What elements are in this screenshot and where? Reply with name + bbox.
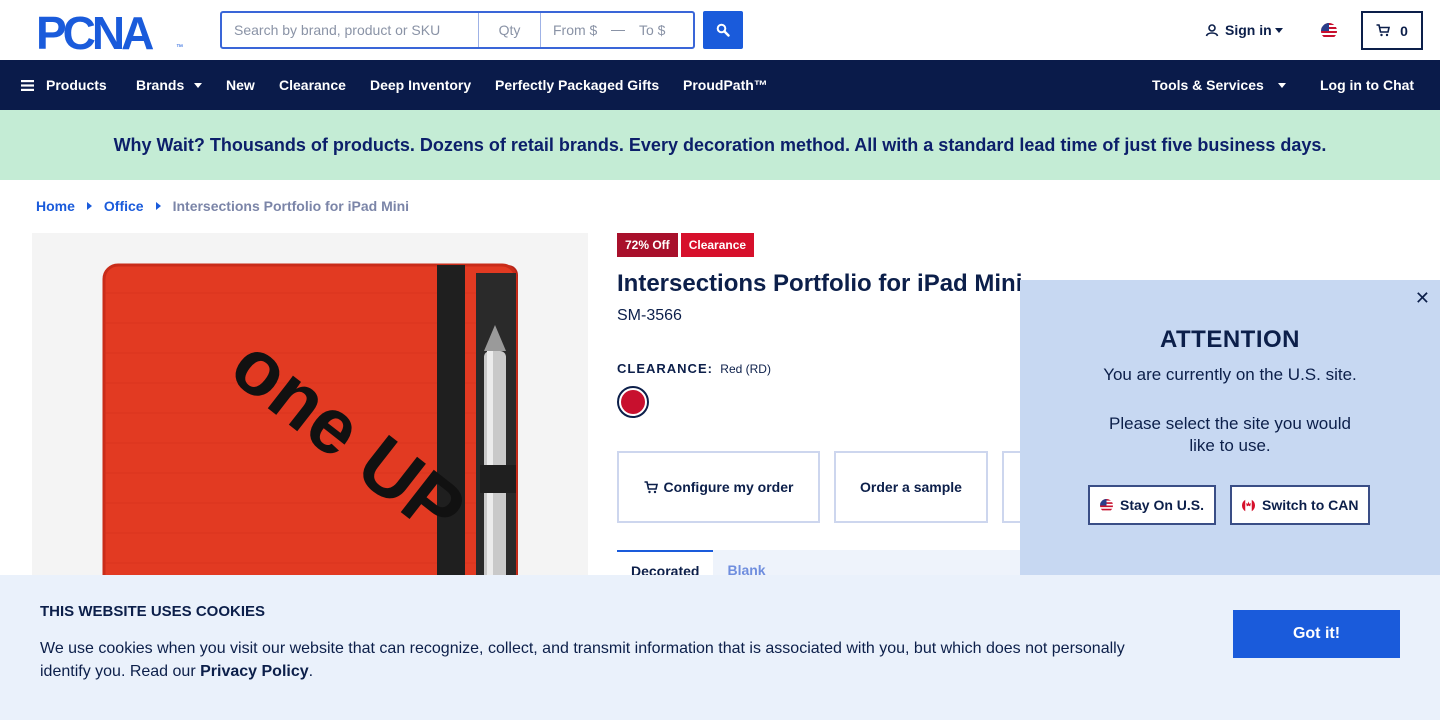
cookie-suffix: . bbox=[308, 663, 314, 680]
nav-login-chat-label: Log in to Chat bbox=[1320, 77, 1415, 93]
nav-products-label: Products bbox=[46, 77, 107, 93]
nav-clearance[interactable]: Clearance bbox=[279, 60, 346, 110]
cart-count: 0 bbox=[1400, 22, 1408, 39]
product-image[interactable]: one UP bbox=[32, 233, 588, 633]
switch-can-label: Switch to CAN bbox=[1262, 497, 1359, 513]
cookie-text: We use cookies when you visit our websit… bbox=[40, 637, 1170, 683]
nav-proudpath-label: ProudPath™ bbox=[683, 77, 768, 93]
us-flag-icon bbox=[1100, 498, 1113, 512]
nav-tools-services[interactable]: Tools & Services bbox=[1152, 60, 1286, 110]
price-from-input[interactable]: From $ bbox=[541, 22, 611, 38]
nav-new-label: New bbox=[226, 77, 255, 93]
nav-new[interactable]: New bbox=[226, 60, 255, 110]
chevron-down-icon bbox=[194, 82, 203, 88]
search-icon bbox=[716, 23, 730, 37]
cart-button[interactable]: 0 bbox=[1361, 11, 1423, 50]
search-button[interactable] bbox=[703, 11, 743, 49]
nav-deep-inventory-label: Deep Inventory bbox=[370, 77, 472, 93]
color-selection-label: CLEARANCE: Red (RD) bbox=[617, 361, 771, 376]
sign-in-label: Sign in bbox=[1225, 22, 1272, 38]
cookie-heading: THIS WEBSITE USES COOKIES bbox=[40, 603, 266, 620]
close-icon[interactable]: ✕ bbox=[1415, 288, 1430, 309]
stay-us-button[interactable]: Stay On U.S. bbox=[1088, 485, 1217, 525]
stay-us-label: Stay On U.S. bbox=[1120, 497, 1205, 513]
qty-input[interactable]: Qty bbox=[479, 13, 541, 47]
nav-clearance-label: Clearance bbox=[279, 77, 346, 93]
discount-badge: 72% Off bbox=[617, 233, 678, 257]
cookie-banner: THIS WEBSITE USES COOKIES We use cookies… bbox=[0, 575, 1440, 720]
promo-banner: Why Wait? Thousands of products. Dozens … bbox=[0, 110, 1440, 180]
site-buttons: Stay On U.S. Switch to CAN bbox=[1088, 485, 1371, 525]
product-photo: one UP bbox=[32, 233, 588, 633]
main-nav: Products Brands New Clearance Deep Inven… bbox=[0, 60, 1440, 110]
user-icon bbox=[1205, 24, 1219, 37]
configure-order-label: Configure my order bbox=[663, 479, 794, 495]
sign-in-menu[interactable]: Sign in bbox=[1205, 22, 1283, 38]
cart-icon bbox=[644, 480, 658, 493]
search-input[interactable]: Search by brand, product or SKU bbox=[222, 13, 479, 47]
search-bar: Search by brand, product or SKU Qty From… bbox=[220, 11, 695, 49]
breadcrumb-arrow-icon bbox=[86, 202, 92, 210]
order-sample-button[interactable]: Order a sample bbox=[834, 451, 988, 523]
cart-icon bbox=[1376, 24, 1391, 37]
popup-instruction: Please select the site you would like to… bbox=[1109, 414, 1351, 455]
swatch-fill bbox=[621, 390, 645, 414]
nav-brands[interactable]: Brands bbox=[136, 60, 203, 110]
breadcrumb: Home Office Intersections Portfolio for … bbox=[36, 198, 409, 214]
nav-deep-inventory[interactable]: Deep Inventory bbox=[370, 60, 471, 110]
color-swatch-red[interactable] bbox=[617, 386, 649, 418]
product-badges: 72% Off Clearance bbox=[617, 233, 755, 257]
breadcrumb-office[interactable]: Office bbox=[104, 198, 144, 214]
product-title: Intersections Portfolio for iPad Mini bbox=[617, 270, 1023, 297]
breadcrumb-current: Intersections Portfolio for iPad Mini bbox=[172, 198, 410, 214]
top-header: PCNA ™ Search by brand, product or SKU Q… bbox=[0, 0, 1440, 60]
price-to-input[interactable]: To $ bbox=[631, 22, 665, 38]
breadcrumb-arrow-icon bbox=[155, 202, 161, 210]
popup-heading: ATTENTION bbox=[1159, 326, 1301, 353]
configure-order-button[interactable]: Configure my order bbox=[617, 451, 820, 523]
clearance-badge: Clearance bbox=[680, 233, 755, 257]
nav-products[interactable]: Products bbox=[21, 60, 107, 110]
switch-can-button[interactable]: Switch to CAN bbox=[1230, 485, 1371, 525]
site-select-popup: ✕ ATTENTION You are currently on the U.S… bbox=[1020, 280, 1440, 576]
svg-text:PCNA: PCNA bbox=[36, 11, 153, 51]
nav-tools-services-label: Tools & Services bbox=[1152, 77, 1264, 93]
svg-text:™: ™ bbox=[176, 44, 183, 51]
promo-banner-text: Why Wait? Thousands of products. Dozens … bbox=[113, 134, 1327, 155]
nav-login-chat[interactable]: Log in to Chat bbox=[1320, 60, 1414, 110]
nav-brands-label: Brands bbox=[136, 77, 185, 93]
chevron-down-icon bbox=[1277, 82, 1286, 88]
color-value: Red (RD) bbox=[720, 362, 771, 376]
price-range-dash bbox=[611, 29, 625, 31]
nav-proudpath[interactable]: ProudPath™ bbox=[683, 60, 768, 110]
us-flag-icon[interactable] bbox=[1321, 23, 1337, 39]
pcna-logo[interactable]: PCNA ™ bbox=[36, 7, 186, 59]
nav-packaged-gifts[interactable]: Perfectly Packaged Gifts bbox=[495, 60, 659, 110]
color-label: CLEARANCE: bbox=[617, 361, 713, 376]
canada-flag-icon bbox=[1242, 498, 1256, 512]
hamburger-icon bbox=[21, 79, 34, 91]
popup-current-site: You are currently on the U.S. site. bbox=[1103, 365, 1357, 384]
product-sku: SM-3566 bbox=[617, 307, 682, 324]
cookie-accept-button[interactable]: Got it! bbox=[1233, 610, 1400, 658]
chevron-down-icon bbox=[1274, 27, 1283, 33]
breadcrumb-home[interactable]: Home bbox=[36, 198, 75, 214]
order-sample-label: Order a sample bbox=[860, 479, 962, 495]
privacy-policy-link[interactable]: Privacy Policy bbox=[200, 663, 309, 680]
nav-packaged-gifts-label: Perfectly Packaged Gifts bbox=[495, 77, 660, 93]
